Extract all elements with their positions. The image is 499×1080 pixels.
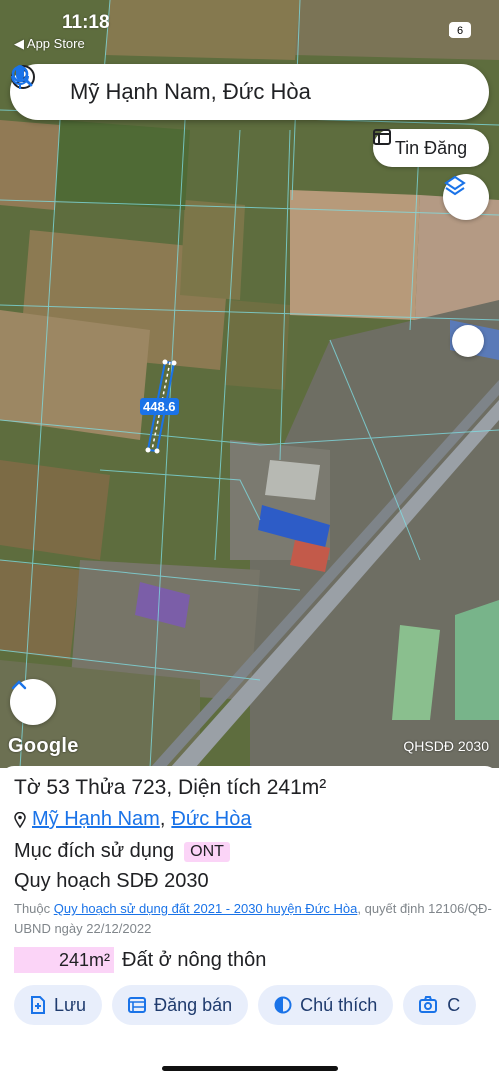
back-to-app-store[interactable]: ◀ App Store (14, 36, 85, 52)
action-row: Lưu Đăng bán Chú thích C (14, 985, 477, 1025)
commune-link[interactable]: Mỹ Hạnh Nam (32, 808, 160, 831)
camera-icon (419, 996, 438, 1013)
parcel-title: Tờ 53 Thửa 723, Diện tích 241m² (14, 776, 327, 799)
legend-button[interactable]: Chú thích (258, 985, 394, 1025)
layer-label: QHSDĐ 2030 (403, 738, 489, 754)
listing-icon (373, 129, 391, 145)
legend-label: Chú thích (300, 994, 378, 1015)
search-query-text[interactable]: Mỹ Hạnh Nam, Đức Hòa (66, 79, 397, 105)
capture-button[interactable]: C (403, 985, 477, 1025)
map-pin-handle[interactable] (452, 325, 484, 357)
tin-dang-button[interactable]: Tin Đăng (373, 129, 489, 167)
battery-icon: 6 (449, 22, 471, 38)
location-separator: , (159, 808, 166, 830)
save-button[interactable]: Lưu (14, 985, 103, 1025)
expand-up-button[interactable] (10, 679, 56, 725)
microphone-icon[interactable] (11, 64, 481, 120)
land-use-purpose: Mục đích sử dụng ONT (14, 840, 230, 863)
chevron-up-icon (11, 680, 27, 690)
map-view[interactable]: 11:18 ◀ App Store 6 Mỹ Hạnh Nam, Đức Hòa… (0, 0, 499, 768)
status-bar: 11:18 ◀ App Store 6 (0, 8, 499, 51)
parcel-info-sheet: Tờ 53 Thửa 723, Diện tích 241m² Mỹ Hạnh … (0, 766, 499, 1080)
list-icon (128, 997, 147, 1013)
layers-icon (444, 175, 466, 196)
search-icon[interactable] (11, 64, 439, 120)
purpose-label: Mục đích sử dụng (14, 840, 175, 862)
measurement-label: 448.6 (140, 398, 179, 415)
plan-document-link[interactable]: Quy hoạch sử dụng đất 2021 - 2030 huyện … (54, 901, 358, 916)
measure-value: 48.6 (150, 399, 176, 414)
post-for-sale-label: Đăng bán (154, 994, 233, 1015)
plan-note: Thuộc Quy hoạch sử dụng đất 2021 - 2030 … (14, 899, 496, 939)
save-label: Lưu (54, 994, 87, 1015)
search-bar[interactable]: Mỹ Hạnh Nam, Đức Hòa (10, 64, 489, 120)
district-link[interactable]: Đức Hòa (171, 808, 251, 831)
location-pin-icon (14, 811, 26, 828)
area-swatch: 241m² (14, 947, 114, 973)
area-land-type: Đất ở nông thôn (122, 948, 267, 971)
area-legend: 241m² Đất ở nông thôn (14, 947, 266, 973)
save-icon (31, 996, 45, 1014)
back-label: App Store (26, 36, 85, 51)
plan-heading: Quy hoạch SDĐ 2030 (14, 870, 209, 892)
contrast-icon (274, 996, 292, 1014)
parcel-location: Mỹ Hạnh Nam, Đức Hòa (14, 808, 251, 831)
capture-label: C (447, 994, 461, 1015)
tin-dang-label: Tin Đăng (394, 137, 468, 158)
svg-text:6: 6 (457, 25, 463, 37)
purpose-code-badge: ONT (184, 841, 230, 862)
google-logo: Google (8, 735, 79, 757)
home-indicator[interactable] (162, 1066, 338, 1071)
status-time: 11:18 (62, 12, 110, 33)
note-prefix: Thuộc (14, 901, 54, 916)
layers-button[interactable] (443, 174, 489, 220)
post-for-sale-button[interactable]: Đăng bán (112, 985, 249, 1025)
